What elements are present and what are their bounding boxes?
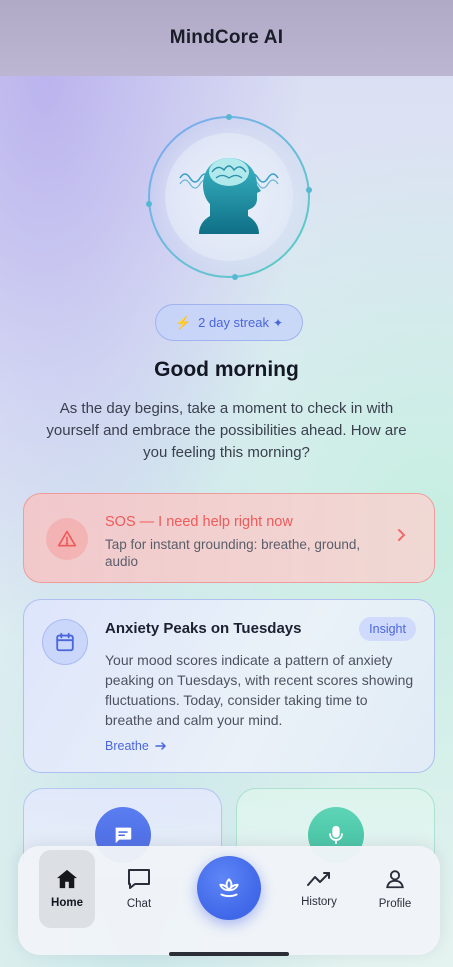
home-screen: MindCore AI ⚡ 2 day streak ✦ Good mornin…: [0, 0, 453, 967]
sos-card[interactable]: SOS — I need help right now Tap for inst…: [23, 493, 435, 583]
insight-body: Your mood scores indicate a pattern of a…: [105, 652, 414, 728]
home-icon: [57, 869, 77, 889]
insight-title: Anxiety Peaks on Tuesdays: [105, 620, 302, 637]
greeting-message: As the day begins, take a moment to chec…: [46, 400, 407, 461]
insight-card[interactable]: Anxiety Peaks on Tuesdays Insight Your m…: [23, 599, 435, 773]
app-title: MindCore AI: [169, 27, 284, 48]
hero-avatar: [146, 114, 312, 280]
warning-triangle-icon: [46, 518, 88, 560]
app-header: MindCore AI: [0, 0, 453, 76]
tab-history[interactable]: History: [291, 850, 347, 928]
greeting-title: Good morning: [154, 358, 299, 381]
chat-icon: [128, 869, 150, 889]
tab-profile[interactable]: Profile: [367, 850, 423, 928]
breathe-link[interactable]: Breathe: [105, 739, 167, 753]
bottom-tab-bar: Home Chat History Profile: [18, 846, 440, 956]
chevron-right-icon: [396, 528, 406, 547]
tab-home[interactable]: Home: [39, 850, 95, 928]
breathe-link-label: Breathe: [105, 739, 149, 753]
lotus-button[interactable]: [197, 856, 261, 920]
arrow-right-icon: [155, 742, 166, 750]
tab-history-label: History: [301, 896, 337, 908]
tab-chat-label: Chat: [126, 898, 152, 910]
insight-badge: Insight: [359, 617, 416, 641]
head-with-brainwaves-icon: [146, 114, 312, 280]
streak-label: 2 day streak: [198, 315, 269, 330]
tab-chat[interactable]: Chat: [111, 850, 167, 928]
sparkle-icon: ✦: [272, 315, 284, 330]
sos-subtitle: Tap for instant grounding: breathe, grou…: [105, 537, 361, 569]
bolt-icon: ⚡: [174, 314, 192, 330]
tab-home-label: Home: [51, 897, 83, 909]
home-indicator: [169, 952, 289, 956]
lotus-icon: [219, 878, 239, 898]
user-icon: [386, 870, 404, 889]
tab-profile-label: Profile: [378, 898, 412, 910]
trend-icon: [307, 872, 330, 886]
sos-title: SOS — I need help right now: [105, 514, 293, 530]
calendar-icon: [42, 619, 88, 665]
streak-badge[interactable]: ⚡ 2 day streak ✦: [155, 304, 303, 341]
